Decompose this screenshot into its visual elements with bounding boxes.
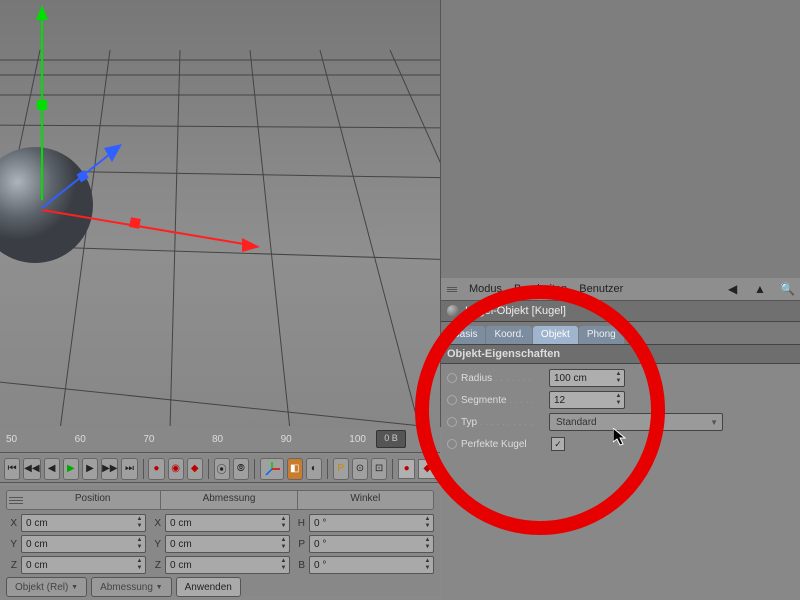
key-selection-button[interactable]: ⦿ — [214, 458, 230, 480]
dimension-z-input[interactable]: 0 cm▲▼ — [165, 556, 290, 574]
tab-koord[interactable]: Koord. — [486, 326, 531, 344]
timeline-tick: 50 — [6, 434, 17, 445]
play-button[interactable]: ▶ — [63, 458, 79, 480]
angle-label-h: H — [294, 518, 305, 529]
search-icon[interactable]: 🔍 — [780, 282, 794, 296]
coord-mode-dropdown[interactable]: Objekt (Rel) ▼ — [6, 577, 87, 597]
prop-anim-dot[interactable] — [447, 373, 457, 383]
timeline-ruler[interactable]: 50 60 70 80 90 100 0 B — [0, 426, 440, 453]
dimension-x-input[interactable]: 0 cm▲▼ — [165, 514, 290, 532]
viewport-3d[interactable] — [0, 0, 441, 427]
tab-objekt[interactable]: Objekt — [533, 326, 578, 344]
prop-typ-dropdown[interactable]: Standard▼ — [549, 413, 723, 431]
col-angle-header: Winkel — [298, 491, 433, 509]
anim-record-circle[interactable]: ● — [398, 459, 416, 479]
position-z-input[interactable]: 0 cm▲▼ — [21, 556, 146, 574]
apply-button[interactable]: Anwenden — [176, 577, 241, 597]
angle-label-b: B — [294, 560, 305, 571]
menu-modus[interactable]: Modus — [469, 283, 502, 295]
tab-phong[interactable]: Phong — [579, 326, 624, 344]
nav-back-icon[interactable]: ◀ — [728, 282, 742, 296]
move-tool-button[interactable] — [260, 458, 284, 480]
prop-anim-dot[interactable] — [447, 417, 457, 427]
prop-perfekte-checkbox[interactable]: ✓ — [551, 437, 565, 451]
attribute-tabs: Basis Koord. Objekt Phong — [441, 322, 800, 345]
object-title-bar: Kugel-Objekt [Kugel] — [441, 301, 800, 322]
timeline-tick: 90 — [281, 434, 292, 445]
dimension-y-input[interactable]: 0 cm▲▼ — [165, 535, 290, 553]
panel-grip-icon — [447, 287, 457, 292]
position-x-input[interactable]: 0 cm▲▼ — [21, 514, 146, 532]
prop-typ-label: Typ . . . . . . . . . . — [461, 417, 549, 428]
object-title-text: Kugel-Objekt [Kugel] — [465, 305, 566, 317]
dim-mode-dropdown[interactable]: Abmessung ▼ — [91, 577, 172, 597]
anim-record-diamond[interactable]: ◆ — [418, 459, 436, 479]
attribute-menu-bar: Modus Bearbeiten Benutzer ◀ ▲ 🔍 — [441, 278, 800, 301]
menu-bearbeiten[interactable]: Bearbeiten — [514, 283, 567, 295]
prop-segmente-label: Segmente . . . . . — [461, 395, 549, 406]
prop-segmente-input[interactable]: 12▲▼ — [549, 391, 625, 409]
step-back-button[interactable]: ◀◀ — [23, 458, 40, 480]
coordinates-panel: Position Abmessung Winkel X 0 cm▲▼ X 0 c… — [0, 486, 440, 596]
rotate-tool-button[interactable]: ◐ — [306, 458, 322, 480]
col-dimension-header: Abmessung — [161, 491, 297, 509]
section-title: Objekt-Eigenschaften — [441, 345, 800, 364]
axis-label-y: Y — [150, 539, 161, 550]
panel-grip-icon — [7, 491, 25, 509]
r-channel-button[interactable]: ⊡ — [371, 458, 387, 480]
object-manager-empty — [441, 0, 800, 279]
attribute-manager: Modus Bearbeiten Benutzer ◀ ▲ 🔍 Kugel-Ob… — [441, 278, 800, 600]
autokey-button[interactable]: ◉ — [168, 458, 184, 480]
goto-end-button[interactable]: ⏭ — [121, 458, 137, 480]
step-fwd-button[interactable]: ▶▶ — [101, 458, 118, 480]
transport-bar: ⏮ ◀◀ ◀ ▶ ▶ ▶▶ ⏭ ● ◉ ◆ ⦿ ⦾ ◧ ◐ P ⊙ ⊡ ● ◆ — [0, 455, 440, 483]
prop-perfekte-label: Perfekte Kugel — [461, 439, 549, 450]
keyframe-button[interactable]: ◆ — [187, 458, 203, 480]
prev-frame-button[interactable]: ◀ — [44, 458, 60, 480]
angle-b-input[interactable]: 0 °▲▼ — [309, 556, 434, 574]
scale-tool-button[interactable]: ◧ — [287, 458, 303, 480]
sphere-icon — [447, 305, 459, 317]
s-channel-button[interactable]: ⊙ — [352, 458, 368, 480]
angle-label-p: P — [294, 539, 305, 550]
key-all-button[interactable]: ⦾ — [233, 458, 249, 480]
nav-up-icon[interactable]: ▲ — [754, 282, 768, 296]
axis-label-y: Y — [6, 539, 17, 550]
prop-radius-input[interactable]: 100 cm▲▼ — [549, 369, 625, 387]
goto-start-button[interactable]: ⏮ — [4, 458, 20, 480]
timeline-tick: 60 — [75, 434, 86, 445]
axis-label-x: X — [150, 518, 161, 529]
timeline-tick: 70 — [143, 434, 154, 445]
prop-anim-dot[interactable] — [447, 395, 457, 405]
angle-h-input[interactable]: 0 °▲▼ — [309, 514, 434, 532]
frame-field[interactable]: 0 B — [376, 430, 406, 448]
record-button[interactable]: ● — [148, 458, 164, 480]
position-y-input[interactable]: 0 cm▲▼ — [21, 535, 146, 553]
prop-anim-dot[interactable] — [447, 439, 457, 449]
axis-label-z: Z — [6, 560, 17, 571]
tab-basis[interactable]: Basis — [445, 326, 485, 344]
axis-label-x: X — [6, 518, 17, 529]
angle-p-input[interactable]: 0 °▲▼ — [309, 535, 434, 553]
col-position-header: Position — [25, 491, 161, 509]
timeline-tick: 100 — [349, 434, 366, 445]
prop-radius-label: Radius . . . . . . . — [461, 373, 549, 384]
timeline-tick: 80 — [212, 434, 223, 445]
menu-benutzer[interactable]: Benutzer — [579, 283, 623, 295]
axis-label-z: Z — [150, 560, 161, 571]
p-channel-button[interactable]: P — [333, 458, 349, 480]
next-frame-button[interactable]: ▶ — [82, 458, 98, 480]
